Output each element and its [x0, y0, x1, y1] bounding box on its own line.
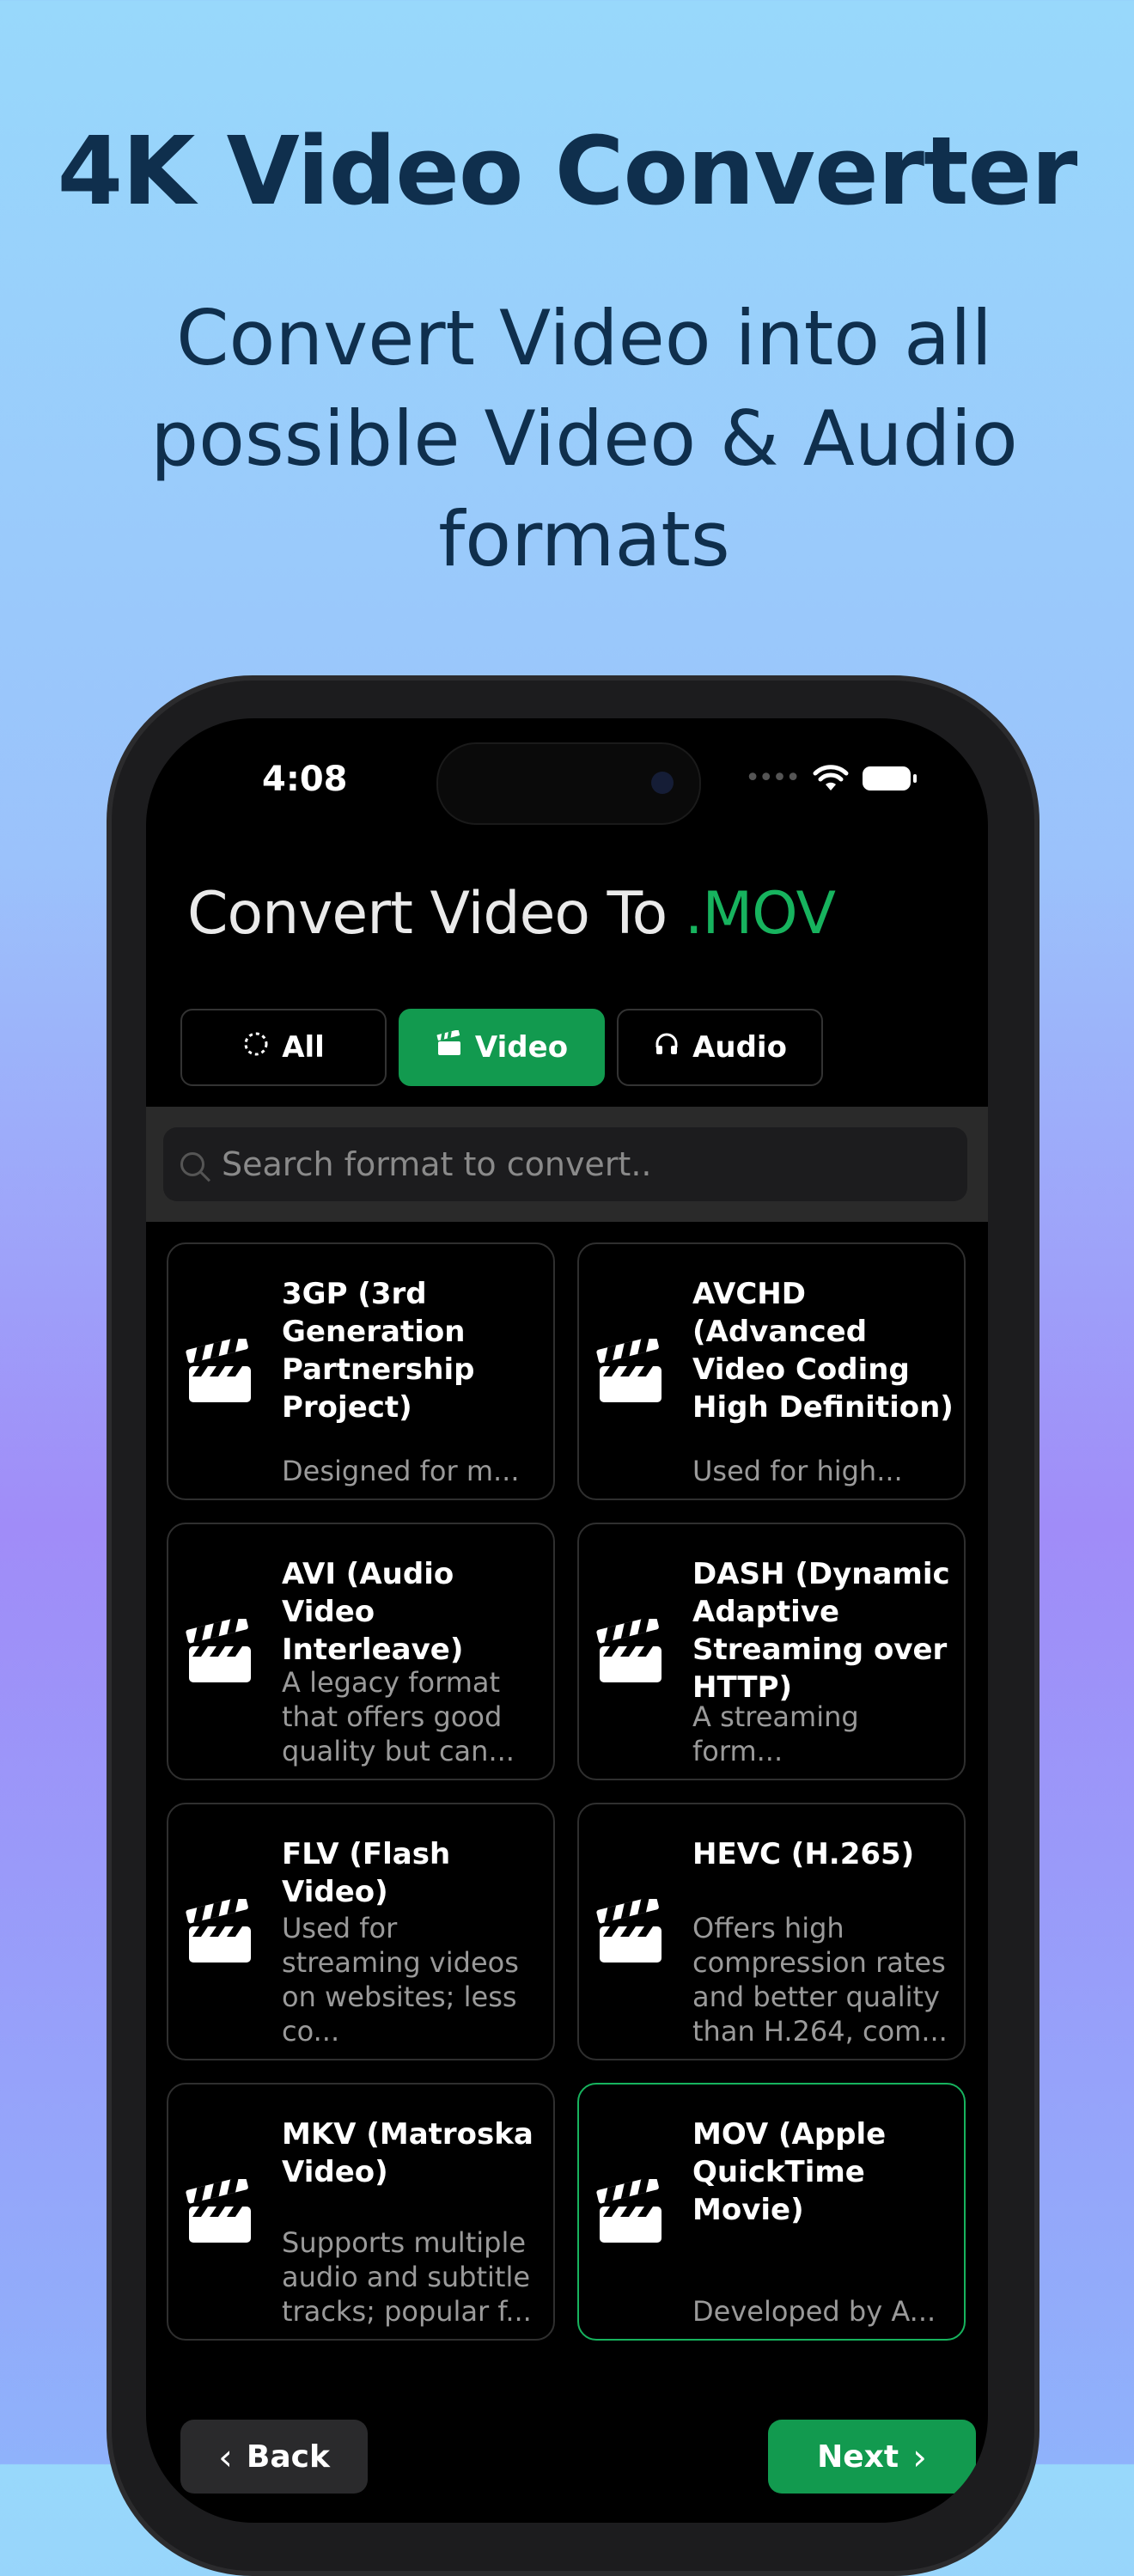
format-name: MKV (Matroska Video) [282, 2117, 533, 2189]
circle-dashed-icon [242, 1030, 270, 1065]
tab-audio[interactable]: Audio [617, 1009, 823, 1086]
phone-screen: 4:08 •••• Convert Video To .MOV All Video… [146, 718, 988, 2523]
format-description: Offers high compression rates and better… [692, 1912, 948, 2048]
format-name: DASH (Dynamic Adaptive Streaming over HT… [692, 1557, 950, 1705]
format-grid: 3GP (3rd Generation Partnership Project)… [167, 1242, 967, 2341]
tab-label: Audio [692, 1030, 787, 1065]
search-input[interactable] [220, 1145, 967, 1184]
chevron-left-icon: ‹ [218, 2435, 233, 2478]
clapperboard-icon [186, 1335, 254, 1406]
format-name: AVCHD (Advanced Video Coding High Defini… [692, 1277, 954, 1425]
format-card[interactable]: FLV (Flash Video) Used for streaming vide… [167, 1803, 555, 2060]
format-card[interactable]: AVI (Audio Video Interleave) A legacy for… [167, 1523, 555, 1780]
next-button[interactable]: Next › [768, 2420, 976, 2494]
hero-subtitle: Convert Video into all possible Video & … [150, 294, 1018, 583]
format-name: AVI (Audio Video Interleave) [282, 1557, 464, 1667]
filter-tabs: All Video Audio [180, 1009, 823, 1086]
page-title: Convert Video To .MOV [187, 880, 836, 948]
format-description: Designed for m... [282, 1455, 520, 1487]
format-description: Developed by A... [692, 2295, 936, 2328]
signal-dots-icon: •••• [745, 763, 801, 793]
format-card[interactable]: 3GP (3rd Generation Partnership Project)… [167, 1242, 555, 1500]
clapperboard-icon [186, 1615, 254, 1686]
format-name: MOV (Apple QuickTime Movie) [692, 2117, 887, 2227]
format-card[interactable]: AVCHD (Advanced Video Coding High Defini… [577, 1242, 966, 1500]
camera-icon [651, 772, 674, 794]
headphones-icon [653, 1030, 680, 1065]
tab-all[interactable]: All [180, 1009, 387, 1086]
next-label: Next [817, 2439, 899, 2475]
format-description: Used for streaming videos on websites; l… [282, 1912, 519, 2048]
back-button[interactable]: ‹ Back [180, 2420, 368, 2494]
format-name: FLV (Flash Video) [282, 1837, 451, 1909]
chevron-right-icon: › [912, 2435, 927, 2478]
tab-label: Video [474, 1030, 569, 1065]
format-card[interactable]: MKV (Matroska Video) Supports multiple au… [167, 2083, 555, 2341]
battery-icon [863, 766, 917, 791]
format-card[interactable]: MOV (Apple QuickTime Movie) Developed by … [577, 2083, 966, 2341]
format-card[interactable]: HEVC (H.265) Offers high compression rate… [577, 1803, 966, 2060]
clapperboard-icon [596, 2176, 665, 2246]
hero-title: 4K Video Converter [57, 116, 1078, 226]
search-bar[interactable] [163, 1127, 967, 1201]
clapperboard-icon [596, 1335, 665, 1406]
format-name: HEVC (H.265) [692, 1837, 915, 1871]
target-format: .MOV [684, 880, 836, 948]
wifi-icon [813, 764, 849, 791]
page-title-prefix: Convert Video To [187, 880, 685, 948]
format-description: Supports multiple audio and subtitle tra… [282, 2226, 532, 2328]
search-icon [180, 1152, 204, 1176]
dynamic-island [436, 742, 701, 825]
format-name: 3GP (3rd Generation Partnership Project) [282, 1277, 475, 1425]
clapperboard-icon [596, 1615, 665, 1686]
clapperboard-icon [186, 2176, 254, 2246]
tab-video[interactable]: Video [399, 1009, 605, 1086]
format-description: A streaming form... [692, 1700, 859, 1767]
bottom-navigation: ‹ Back Next › [146, 2402, 988, 2523]
search-bar-container [146, 1107, 988, 1222]
format-card[interactable]: DASH (Dynamic Adaptive Streaming over HT… [577, 1523, 966, 1780]
status-time: 4:08 [262, 760, 348, 799]
status-icons: •••• [745, 763, 917, 793]
back-label: Back [246, 2439, 330, 2475]
clapperboard-icon [596, 1895, 665, 1966]
tab-label: All [282, 1030, 325, 1065]
clapperboard-icon [186, 1895, 254, 1966]
clapperboard-icon [436, 1029, 463, 1065]
format-description: A legacy format that offers good quality… [282, 1666, 515, 1767]
format-description: Used for high... [692, 1455, 903, 1487]
